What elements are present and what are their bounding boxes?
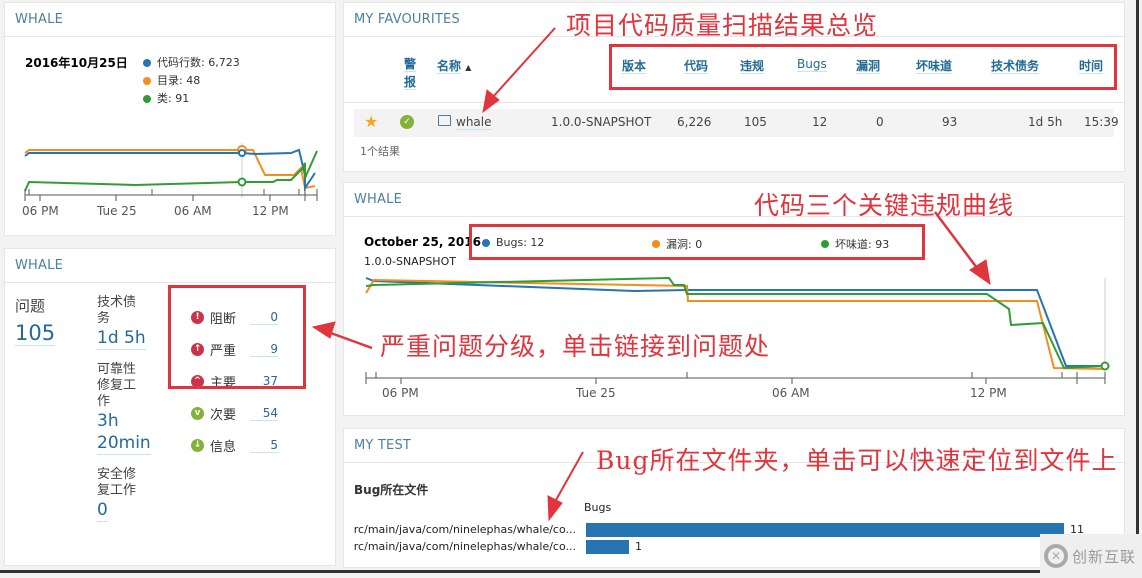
x-axis bbox=[24, 189, 318, 201]
cell-code-smells: 93 bbox=[942, 115, 958, 129]
severity-list: ! 阻断 0 ↑ 严重 9 ^ 主要 37 v 次要 54 ↓ 信息 5 bbox=[191, 301, 278, 461]
window-border-bottom bbox=[0, 570, 1139, 573]
minor-icon: v bbox=[191, 406, 204, 420]
bug-bar-value: 1 bbox=[635, 540, 642, 553]
severity-count-link[interactable]: 5 bbox=[250, 438, 278, 453]
favourite-star-icon[interactable]: ★ bbox=[364, 112, 378, 131]
series-bugs bbox=[365, 277, 1104, 367]
reliability-value-link[interactable]: 3h 20min bbox=[97, 410, 151, 455]
bug-file-row[interactable]: rc/main/java/com/ninelephas/whale/co... 1 bbox=[344, 540, 1126, 556]
bug-file-row[interactable]: rc/main/java/com/ninelephas/whale/co... 1… bbox=[344, 523, 1126, 539]
column-violations[interactable]: 违规 bbox=[740, 57, 765, 74]
size-history-widget: WHALE 2016年10月25日 代码行数: 6,723 目录: 48 类: … bbox=[4, 2, 336, 236]
hover-point-classes bbox=[237, 177, 247, 187]
major-icon: ^ bbox=[191, 374, 204, 388]
result-count: 1个结果 bbox=[360, 145, 400, 158]
issues-label: 问题 bbox=[15, 297, 46, 315]
severity-count-link[interactable]: 9 bbox=[250, 342, 278, 357]
column-code-smells[interactable]: 坏味道 bbox=[916, 57, 953, 74]
debt-column: 技术债务 1d 5h 可靠性修复工作 3h 20min 安全修复工作 0 bbox=[97, 295, 151, 528]
bug-bar[interactable] bbox=[586, 523, 1064, 537]
cell-vulnerabilities: 0 bbox=[876, 115, 884, 129]
table-row: ★ ✓ whale 1.0.0-SNAPSHOT 6,226 105 12 0 … bbox=[354, 109, 1119, 137]
sort-asc-icon: ▲ bbox=[465, 63, 472, 72]
column-alert[interactable]: 警报 bbox=[404, 55, 418, 91]
debt-label: 技术债务 bbox=[97, 295, 137, 326]
project-link[interactable]: whale bbox=[456, 115, 492, 130]
widget-title: MY FAVOURITES bbox=[344, 3, 1124, 37]
security-value-link[interactable]: 0 bbox=[97, 499, 108, 522]
info-icon: ↓ bbox=[191, 438, 204, 452]
critical-icon: ↑ bbox=[191, 342, 204, 356]
cell-violations: 105 bbox=[744, 115, 767, 129]
bugs-column-label: Bugs bbox=[584, 501, 612, 514]
issues-widget: WHALE 问题 105 技术债务 1d 5h 可靠性修复工作 3h 20min… bbox=[4, 248, 336, 566]
series-classes bbox=[24, 150, 318, 192]
watermark: ✕ 创新互联 bbox=[1040, 534, 1142, 578]
quality-gate-passed-icon: ✓ bbox=[400, 115, 414, 129]
security-label: 安全修复工作 bbox=[97, 467, 137, 498]
severity-count-link[interactable]: 54 bbox=[250, 406, 278, 421]
cell-bugs: 12 bbox=[812, 115, 828, 129]
x-tick-label: 06 AM bbox=[174, 204, 212, 218]
column-version[interactable]: 版本 bbox=[622, 57, 647, 74]
severity-minor[interactable]: v 次要 54 bbox=[191, 397, 278, 429]
cell-debt: 1d 5h bbox=[1028, 115, 1063, 129]
widget-title: MY TEST bbox=[344, 429, 1124, 463]
cell-version: 1.0.0-SNAPSHOT bbox=[551, 115, 652, 129]
column-loc[interactable]: 代码 bbox=[684, 57, 709, 74]
issues-count-link[interactable]: 105 bbox=[15, 321, 56, 346]
x-axis bbox=[365, 372, 1106, 384]
cell-loc: 6,226 bbox=[677, 115, 712, 129]
series-code-smells bbox=[365, 276, 1105, 370]
severity-count-link[interactable]: 0 bbox=[250, 310, 278, 325]
severity-info[interactable]: ↓ 信息 5 bbox=[191, 429, 278, 461]
debt-value-link[interactable]: 1d 5h bbox=[97, 327, 146, 350]
x-tick-label: Tue 25 bbox=[96, 204, 137, 218]
bug-files-title: Bug所在文件 bbox=[354, 483, 429, 497]
widget-title[interactable]: WHALE bbox=[5, 249, 335, 283]
column-debt[interactable]: 技术债务 bbox=[991, 57, 1040, 74]
x-tick-label: Tue 25 bbox=[575, 386, 616, 400]
watermark-logo-icon: ✕ bbox=[1044, 544, 1068, 568]
column-name[interactable]: 名称 ▲ bbox=[437, 57, 471, 74]
bug-file-path[interactable]: rc/main/java/com/ninelephas/whale/co... bbox=[344, 523, 576, 536]
x-tick-label: 12 PM bbox=[252, 204, 289, 218]
cell-time: 15:39 bbox=[1084, 115, 1119, 129]
x-tick-label: 12 PM bbox=[970, 386, 1007, 400]
hover-point-loc bbox=[238, 149, 246, 157]
hover-point bbox=[1100, 361, 1110, 371]
issues-history-widget: WHALE October 25, 2016 1.0.0-SNAPSHOT Bu… bbox=[343, 182, 1125, 416]
column-bugs[interactable]: Bugs bbox=[797, 57, 827, 72]
bug-bar[interactable] bbox=[586, 540, 629, 554]
severity-count-link[interactable]: 37 bbox=[250, 374, 278, 389]
column-time[interactable]: 时间 bbox=[1079, 57, 1104, 74]
x-tick-label: 06 PM bbox=[22, 204, 59, 218]
severity-major[interactable]: ^ 主要 37 bbox=[191, 365, 278, 397]
size-history-chart[interactable]: 06 PM Tue 25 06 AM 12 PM bbox=[5, 3, 337, 237]
column-vulnerabilities[interactable]: 漏洞 bbox=[856, 57, 881, 74]
table-header: 警报 名称 ▲ 版本 代码 违规 Bugs 漏洞 坏味道 技术债务 时间 bbox=[344, 53, 1124, 103]
x-tick-label: 06 AM bbox=[772, 386, 810, 400]
project-icon bbox=[438, 115, 451, 126]
window-border-right bbox=[1136, 0, 1139, 572]
issues-history-chart[interactable]: 06 PM Tue 25 06 AM 12 PM bbox=[344, 183, 1126, 417]
severity-blocker[interactable]: ! 阻断 0 bbox=[191, 301, 278, 333]
bug-files-widget: MY TEST Bug所在文件 Bugs rc/main/java/com/ni… bbox=[343, 428, 1125, 568]
favourites-widget: MY FAVOURITES 警报 名称 ▲ 版本 代码 违规 Bugs 漏洞 坏… bbox=[343, 2, 1125, 172]
blocker-icon: ! bbox=[191, 310, 204, 324]
severity-critical[interactable]: ↑ 严重 9 bbox=[191, 333, 278, 365]
bug-file-path[interactable]: rc/main/java/com/ninelephas/whale/co... bbox=[344, 540, 576, 553]
x-tick-label: 06 PM bbox=[382, 386, 419, 400]
reliability-label: 可靠性修复工作 bbox=[97, 362, 137, 409]
